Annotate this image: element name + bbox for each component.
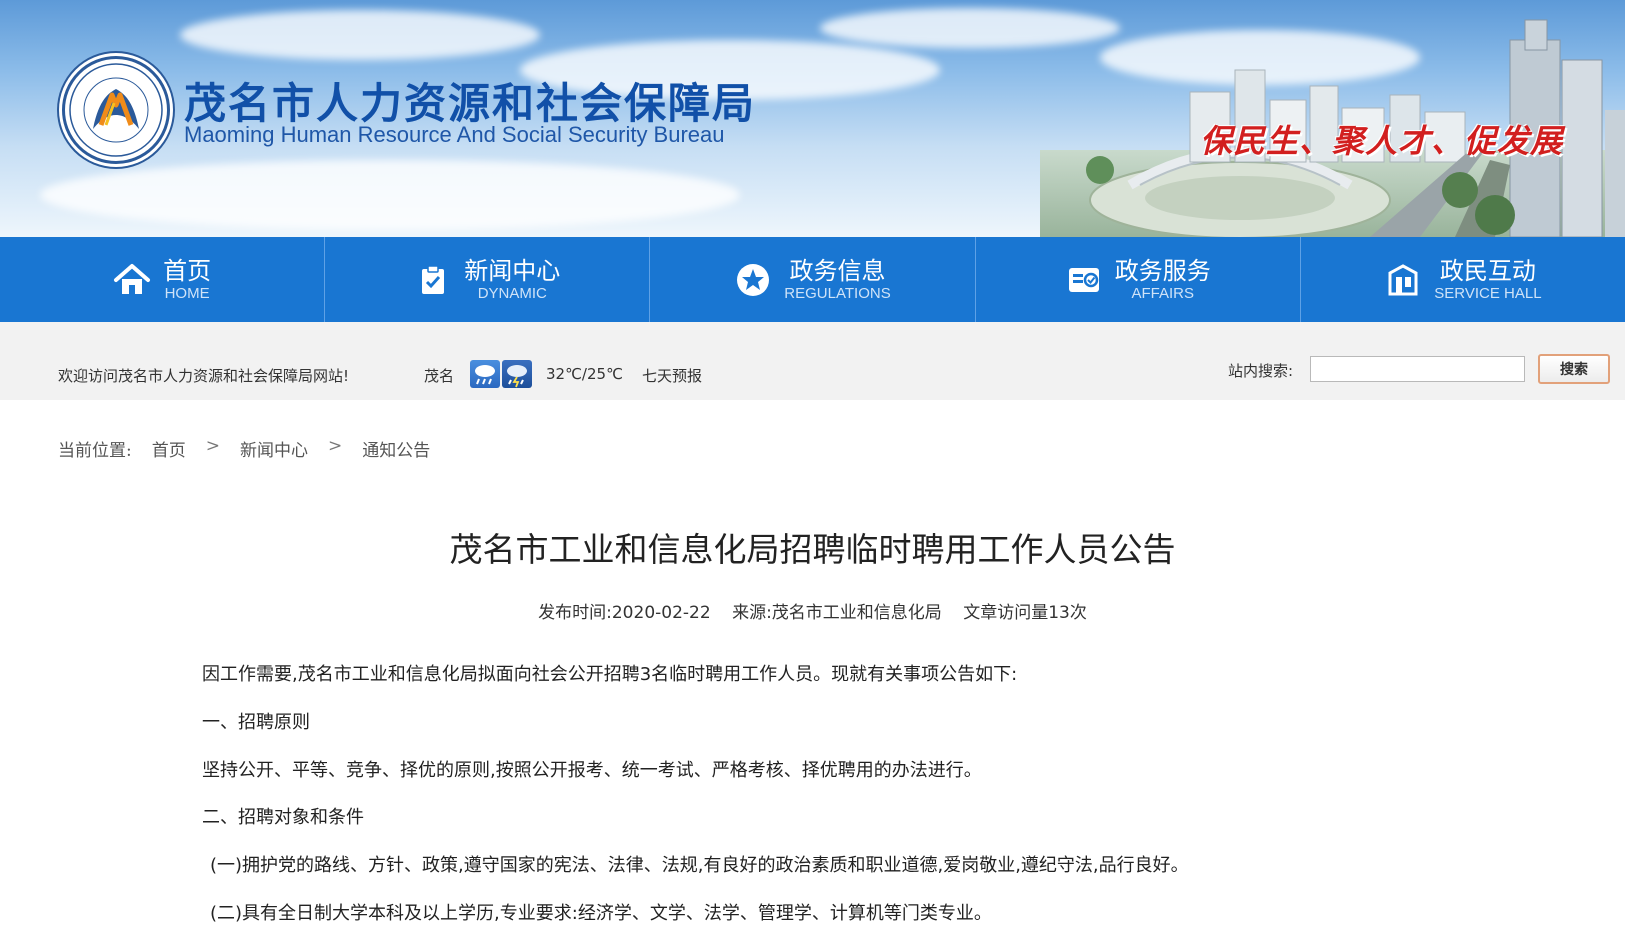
nav-label-en: REGULATIONS — [784, 284, 891, 302]
article-paragraph: 坚持公开、平等、竞争、择优的原则,按照公开报考、统一考试、严格考核、择优聘用的办… — [202, 760, 982, 781]
nav-label-cn: 新闻中心 — [464, 256, 561, 285]
nav-label-cn: 政务服务 — [1114, 256, 1211, 285]
seven-day-forecast-link[interactable]: 七天预报 — [642, 365, 702, 386]
home-icon — [113, 261, 151, 299]
breadcrumb-notices[interactable]: 通知公告 — [362, 436, 430, 461]
article-paragraph: 因工作需要,茂名市工业和信息化局拟面向社会公开招聘3名临时聘用工作人员。现就有关… — [202, 664, 1018, 685]
nav-label-en: DYNAMIC — [477, 284, 547, 302]
main-nav: 首页 HOME 新闻中心 DYNAMIC 政务信息 REGULATIONS 政务… — [0, 237, 1625, 322]
nav-label-cn: 政务信息 — [789, 256, 886, 285]
section-heading: 一、招聘原则 — [202, 712, 310, 733]
nav-item-home[interactable]: 首页 HOME — [0, 237, 326, 322]
breadcrumb-separator: > — [205, 436, 220, 456]
clipboard-check-icon — [414, 261, 452, 299]
section-heading: 二、招聘对象和条件 — [202, 807, 364, 828]
breadcrumb-home[interactable]: 首页 — [152, 436, 186, 461]
weather-city: 茂名 — [424, 367, 455, 385]
view-count: 文章访问量13次 — [963, 603, 1087, 623]
welcome-text: 欢迎访问茂名市人力资源和社会保障局网站! — [58, 367, 350, 385]
nav-label-en: AFFAIRS — [1131, 284, 1194, 302]
nav-item-public-interaction[interactable]: 政民互动 SERVICE HALL — [1301, 237, 1625, 322]
article-title: 茂名市工业和信息化局招聘临时聘用工作人员公告 — [449, 530, 1176, 569]
site-search-input[interactable] — [1310, 356, 1525, 382]
star-badge-icon — [734, 261, 772, 299]
cloud-decoration — [180, 10, 540, 60]
article-source: 来源:茂名市工业和信息化局 — [732, 603, 942, 623]
article-paragraph: (二)具有全日制大学本科及以上学历,专业要求:经济学、文学、法学、管理学、计算机… — [210, 903, 992, 924]
nav-item-government-info[interactable]: 政务信息 REGULATIONS — [650, 237, 976, 322]
breadcrumb-label: 当前位置: — [58, 441, 132, 461]
site-title-english: Maoming Human Resource And Social Securi… — [184, 122, 725, 147]
header-banner: 茂名市人力资源和社会保障局 Maoming Human Resource And… — [0, 0, 1625, 237]
rain-icon — [470, 360, 500, 388]
breadcrumb-separator: > — [327, 436, 343, 456]
nav-label-cn: 首页 — [163, 256, 212, 285]
nav-item-government-services[interactable]: 政务服务 AFFAIRS — [976, 237, 1301, 322]
service-card-icon — [1065, 261, 1103, 299]
nav-item-news[interactable]: 新闻中心 DYNAMIC — [325, 237, 651, 322]
logo-emblem-icon — [69, 63, 163, 157]
article-paragraph: (一)拥护党的路线、方针、政策,遵守国家的宪法、法律、法规,有良好的政治素质和职… — [210, 855, 1189, 876]
publish-time: 发布时间:2020-02-22 — [538, 603, 711, 623]
breadcrumb-news-center[interactable]: 新闻中心 — [240, 436, 308, 461]
breadcrumb: 当前位置: 首页 > 新闻中心 > 通知公告 — [58, 436, 430, 461]
nav-label-cn: 政民互动 — [1439, 256, 1536, 285]
slogan: 保民生、聚人才、促发展 — [1200, 122, 1564, 160]
bureau-logo — [62, 56, 170, 164]
nav-label-en: HOME — [164, 284, 210, 302]
thunderstorm-icon — [502, 360, 532, 388]
cloud-decoration — [40, 160, 740, 230]
article-meta: 发布时间:2020-02-22 来源:茂名市工业和信息化局 文章访问量13次 — [0, 598, 1625, 623]
temperature: 32℃/25℃ — [546, 365, 623, 383]
search-button[interactable]: 搜索 — [1538, 354, 1610, 384]
nav-label-en: SERVICE HALL — [1434, 284, 1542, 302]
search-label: 站内搜索: — [1228, 362, 1294, 380]
building-icon — [1384, 261, 1422, 299]
